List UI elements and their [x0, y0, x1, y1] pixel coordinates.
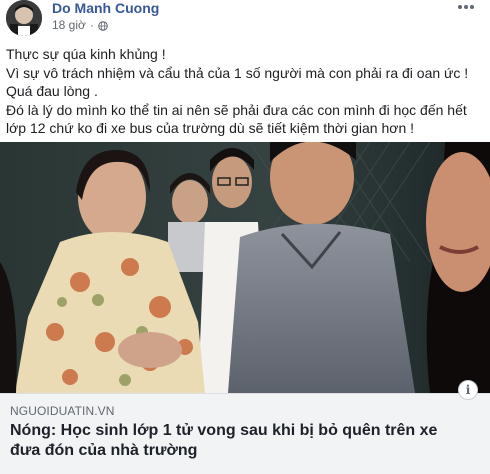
info-icon[interactable]: i [458, 380, 478, 400]
post-line: Thực sự qúa kinh khủng ! [6, 46, 166, 62]
facebook-post: Do Manh Cuong 18 giờ · Thực sự qúa kinh … [0, 0, 490, 474]
post-line: Đó là lý do mình ko thể tin ai nên sẽ ph… [6, 101, 467, 137]
link-preview-image[interactable] [0, 142, 490, 393]
author-name[interactable]: Do Manh Cuong [52, 0, 159, 17]
post-time[interactable]: 18 giờ [52, 18, 86, 33]
post-meta: 18 giờ · [52, 18, 108, 33]
globe-icon [98, 20, 108, 31]
author-avatar[interactable] [6, 0, 42, 36]
more-options-icon[interactable] [456, 0, 476, 14]
post-header: Do Manh Cuong 18 giờ · [0, 0, 490, 40]
post-line: Vì sự vô trách nhiệm và cẩu thả của 1 số… [6, 64, 469, 81]
link-preview-card[interactable]: NGUOIDUATIN.VN Nóng: Học sinh lớp 1 tử v… [0, 393, 490, 474]
post-text: Thực sự qúa kinh khủng ! Vì sự vô trách … [6, 45, 484, 138]
meta-separator: · [89, 18, 94, 32]
link-domain: NGUOIDUATIN.VN [10, 404, 115, 418]
link-headline[interactable]: Nóng: Học sinh lớp 1 tử vong sau khi bị … [10, 421, 470, 460]
post-line: Quá đau lòng . [6, 83, 98, 99]
